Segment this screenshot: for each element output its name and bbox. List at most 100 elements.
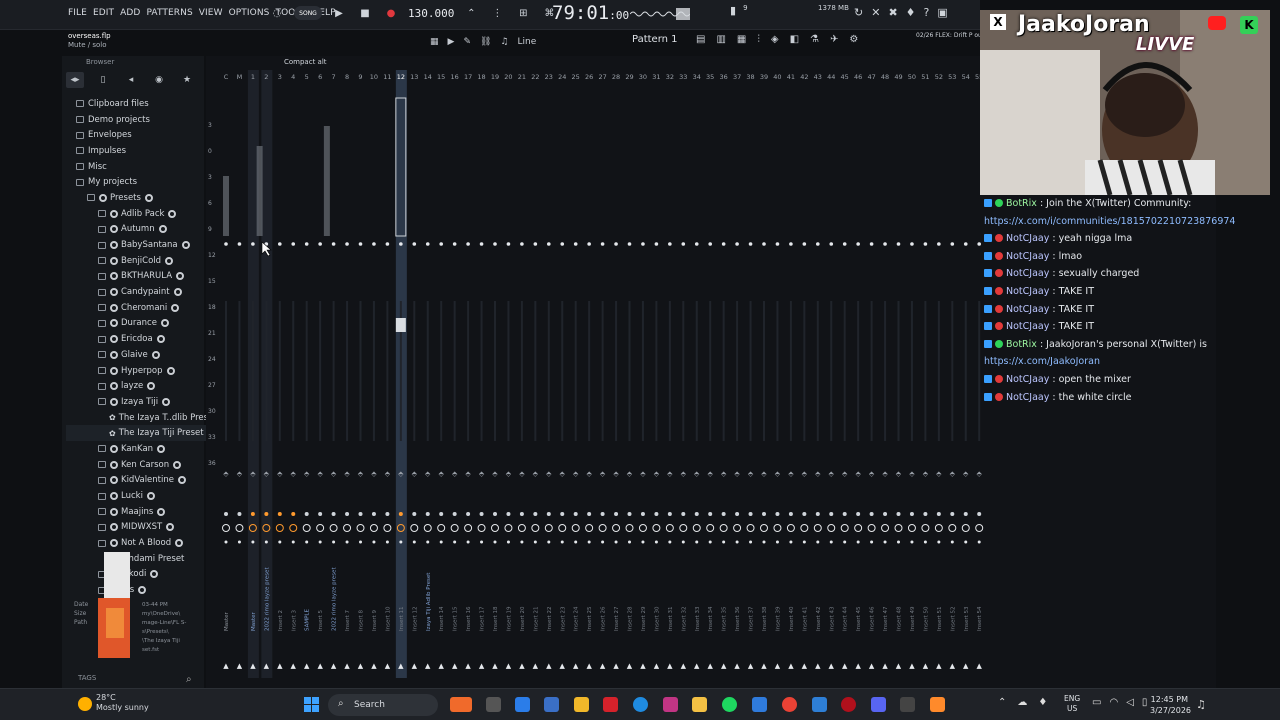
fx-led[interactable] bbox=[923, 512, 928, 516]
browser-item[interactable]: Clipboard files bbox=[66, 96, 206, 112]
solo-dot[interactable] bbox=[453, 540, 457, 544]
taskbar-clock[interactable]: 12:45 PM 3/27/2026 bbox=[1150, 694, 1191, 716]
insert-name[interactable]: Insert 34 bbox=[708, 606, 714, 631]
pan-knob[interactable] bbox=[345, 242, 349, 246]
pan-knob[interactable] bbox=[560, 242, 565, 246]
send-arrow-icon[interactable]: ▲ bbox=[277, 662, 283, 670]
link-icon[interactable]: ⛓ bbox=[480, 37, 491, 47]
route-icon[interactable]: ⬘ bbox=[237, 470, 243, 478]
mute-button[interactable] bbox=[975, 524, 984, 532]
chevron-up-icon[interactable]: ⌃ bbox=[998, 697, 1006, 708]
insert-name[interactable]: Insert 5 bbox=[318, 609, 324, 631]
route-icon[interactable]: ⬘ bbox=[882, 470, 888, 478]
network-icon[interactable]: ▭ bbox=[1092, 697, 1101, 708]
solo-dot[interactable] bbox=[385, 540, 389, 544]
track-number[interactable]: 2 bbox=[264, 73, 268, 81]
browser-item[interactable]: Durance bbox=[66, 316, 206, 332]
route-icon[interactable]: ⬘ bbox=[667, 470, 673, 478]
pan-knob[interactable] bbox=[802, 242, 807, 246]
route-icon[interactable]: ⬘ bbox=[277, 470, 283, 478]
fx-led[interactable] bbox=[358, 512, 363, 516]
route-icon[interactable]: ⬘ bbox=[761, 470, 767, 478]
mute-button[interactable] bbox=[450, 524, 459, 532]
mute-button[interactable] bbox=[504, 524, 513, 532]
solo-dot[interactable] bbox=[870, 540, 874, 544]
route-icon[interactable]: ⬘ bbox=[586, 470, 592, 478]
send-arrow-icon[interactable]: ▲ bbox=[479, 662, 485, 670]
send-arrow-icon[interactable]: ▲ bbox=[452, 662, 458, 670]
mute-button[interactable] bbox=[786, 524, 795, 532]
browser-item[interactable]: ✿ The Izaya T..dlib Preset bbox=[66, 410, 217, 426]
solo-dot[interactable] bbox=[910, 540, 914, 544]
solo-dot[interactable] bbox=[399, 540, 403, 544]
route-icon[interactable]: ⬘ bbox=[465, 470, 471, 478]
mute-button[interactable] bbox=[854, 524, 863, 532]
pan-knob[interactable] bbox=[493, 242, 497, 246]
help-icon[interactable]: ? bbox=[924, 6, 930, 19]
track-number[interactable]: 25 bbox=[572, 73, 580, 81]
insert-name[interactable]: Insert 12 bbox=[412, 606, 418, 631]
fx-led[interactable] bbox=[600, 512, 605, 516]
insert-name[interactable]: Insert 31 bbox=[668, 606, 674, 631]
menu-item-edit[interactable]: EDIT bbox=[93, 8, 114, 18]
insert-name[interactable]: Insert 42 bbox=[816, 606, 822, 631]
send-arrow-icon[interactable]: ▲ bbox=[977, 662, 983, 670]
track-number[interactable]: 38 bbox=[746, 73, 754, 81]
fx-led[interactable] bbox=[506, 512, 511, 516]
solo-dot[interactable] bbox=[480, 540, 484, 544]
route-icon[interactable]: ⬘ bbox=[869, 470, 875, 478]
track-number[interactable]: 10 bbox=[370, 73, 378, 81]
brush-icon[interactable]: ✎ bbox=[463, 37, 471, 47]
pan-knob[interactable] bbox=[466, 242, 470, 246]
volume-icon[interactable]: ◁ bbox=[1126, 697, 1134, 708]
mixer-icon[interactable]: ⫶ bbox=[757, 34, 760, 45]
route-icon[interactable]: ⬘ bbox=[317, 470, 323, 478]
windows-start-icon[interactable] bbox=[304, 697, 319, 712]
pan-knob[interactable] bbox=[372, 242, 376, 246]
insert-name[interactable]: Insert 45 bbox=[856, 606, 862, 631]
pan-knob[interactable] bbox=[547, 242, 551, 246]
send-arrow-icon[interactable]: ▲ bbox=[546, 662, 552, 670]
pan-knob[interactable] bbox=[829, 242, 834, 246]
solo-dot[interactable] bbox=[520, 540, 524, 544]
browser-item[interactable]: Cheromani bbox=[66, 300, 206, 316]
pan-knob[interactable] bbox=[869, 242, 874, 246]
insert-name[interactable]: Insert 26 bbox=[601, 606, 607, 631]
pan-knob[interactable] bbox=[479, 242, 484, 246]
pan-knob[interactable] bbox=[789, 242, 793, 246]
send-arrow-icon[interactable]: ▲ bbox=[694, 662, 700, 670]
menu-item-view[interactable]: VIEW bbox=[199, 8, 223, 18]
pan-knob[interactable] bbox=[224, 242, 228, 246]
solo-dot[interactable] bbox=[412, 540, 416, 544]
fx-led[interactable] bbox=[371, 512, 376, 516]
menu-item-add[interactable]: ADD bbox=[120, 8, 140, 18]
track-number[interactable]: 15 bbox=[437, 73, 445, 81]
insert-name[interactable]: Insert 3 bbox=[291, 609, 297, 631]
insert-name[interactable]: Insert 25 bbox=[587, 606, 593, 631]
route-icon[interactable]: ⬘ bbox=[788, 470, 794, 478]
pan-knob[interactable] bbox=[950, 242, 955, 246]
send-arrow-icon[interactable]: ▲ bbox=[398, 662, 404, 670]
fx-led[interactable] bbox=[250, 512, 255, 516]
track-number[interactable]: 18 bbox=[477, 73, 485, 81]
send-arrow-icon[interactable]: ▲ bbox=[936, 662, 942, 670]
send-arrow-icon[interactable]: ▲ bbox=[304, 662, 310, 670]
route-icon[interactable]: ⬘ bbox=[250, 470, 256, 478]
solo-dot[interactable] bbox=[762, 540, 766, 544]
send-arrow-icon[interactable]: ▲ bbox=[506, 662, 512, 670]
track-number[interactable]: 34 bbox=[693, 73, 701, 81]
insert-name[interactable]: Insert 28 bbox=[628, 606, 634, 631]
solo-dot[interactable] bbox=[641, 540, 645, 544]
solo-dot[interactable] bbox=[614, 540, 618, 544]
send-arrow-icon[interactable]: ▲ bbox=[465, 662, 471, 670]
browser-item[interactable]: My projects bbox=[66, 174, 206, 190]
pan-knob[interactable] bbox=[856, 242, 860, 246]
send-arrow-icon[interactable]: ▲ bbox=[250, 662, 256, 670]
pan-knob[interactable] bbox=[681, 242, 686, 246]
mute-button[interactable] bbox=[867, 524, 876, 532]
track-number[interactable]: 16 bbox=[451, 73, 459, 81]
track-number[interactable]: 54 bbox=[962, 73, 970, 81]
pan-knob[interactable] bbox=[278, 242, 282, 246]
globe-icon[interactable]: ◉ bbox=[150, 72, 168, 88]
send-arrow-icon[interactable]: ▲ bbox=[412, 662, 418, 670]
